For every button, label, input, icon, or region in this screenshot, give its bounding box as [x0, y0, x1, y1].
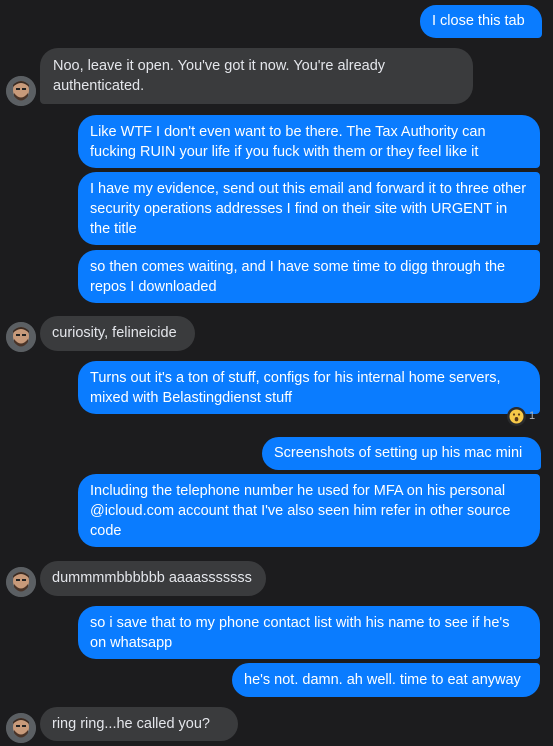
message-bubble-incoming[interactable]: curiosity, felineicide: [40, 316, 195, 351]
contact-avatar[interactable]: [6, 567, 36, 597]
message-bubble-outgoing[interactable]: Including the telephone number he used f…: [78, 474, 540, 547]
contact-avatar[interactable]: [6, 713, 36, 743]
avatar-icon: [6, 567, 36, 597]
message-bubble-incoming[interactable]: dummmmbbbbbb aaaasssssss: [40, 561, 266, 596]
message-bubble-outgoing[interactable]: I close this tab: [420, 5, 542, 38]
surprised-face-icon: [509, 409, 524, 424]
message-bubble-outgoing[interactable]: he's not. damn. ah well. time to eat any…: [232, 663, 540, 697]
avatar-icon: [6, 713, 36, 743]
message-bubble-outgoing[interactable]: so i save that to my phone contact list …: [78, 606, 540, 659]
message-bubble-outgoing[interactable]: I have my evidence, send out this email …: [78, 172, 540, 245]
contact-avatar[interactable]: [6, 76, 36, 106]
message-bubble-outgoing[interactable]: Turns out it's a ton of stuff, configs f…: [78, 361, 540, 414]
message-bubble-outgoing[interactable]: Screenshots of setting up his mac mini: [262, 437, 541, 470]
message-bubble-outgoing[interactable]: Like WTF I don't even want to be there. …: [78, 115, 540, 168]
contact-avatar[interactable]: [6, 322, 36, 352]
message-bubble-outgoing[interactable]: so then comes waiting, and I have some t…: [78, 250, 540, 303]
message-bubble-incoming[interactable]: Noo, leave it open. You've got it now. Y…: [40, 48, 473, 104]
message-bubble-incoming[interactable]: ring ring...he called you?: [40, 707, 238, 741]
reaction-badge[interactable]: [507, 407, 526, 426]
reaction-count: 1: [529, 410, 536, 422]
avatar-icon: [6, 322, 36, 352]
chat-conversation: I close this tab Noo, leave it open. You…: [0, 0, 553, 746]
avatar-icon: [6, 76, 36, 106]
